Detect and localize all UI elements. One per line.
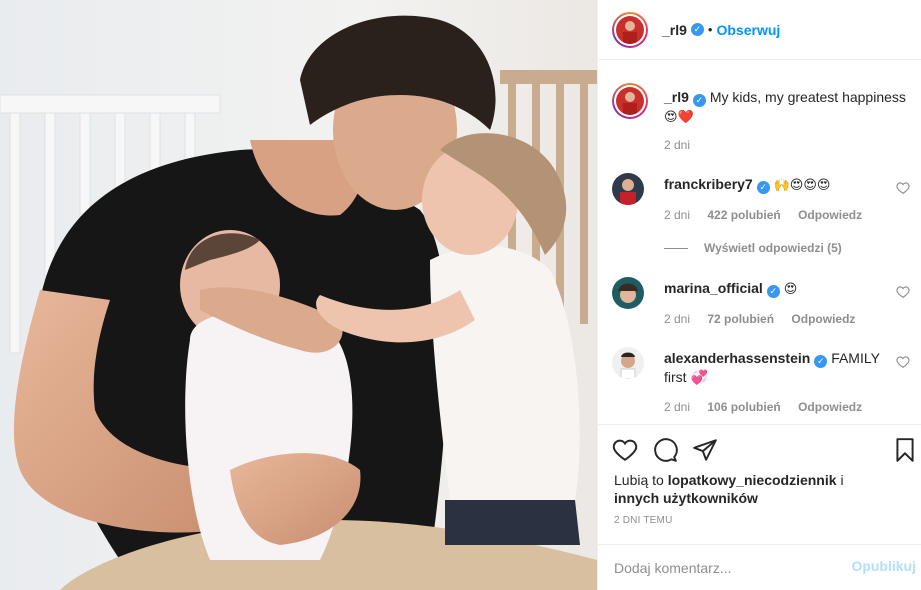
add-comment-input[interactable] [614, 558, 834, 578]
caption-text-block: _rl9 ✓ My kids, my greatest happiness 😍❤️ [664, 88, 914, 127]
comment-meta: 2 dni 106 polubień Odpowiedz [664, 400, 876, 414]
comment-text: 😍 [783, 282, 798, 297]
caption-emoji: 😍❤️ [664, 110, 694, 125]
verified-badge-icon: ✓ [756, 181, 770, 194]
commenter-avatar[interactable] [612, 277, 644, 309]
separator-dot: • [707, 22, 713, 37]
verified-badge-icon: ✓ [766, 285, 780, 298]
caption-time[interactable]: 2 dni [664, 138, 690, 152]
caption-avatar-image [616, 87, 644, 115]
comment-meta: 2 dni 422 polubień Odpowiedz [664, 208, 876, 222]
liked-by-others[interactable]: innych użytkowników [614, 490, 758, 506]
comment-likes[interactable]: 72 polubień [707, 312, 774, 326]
commenter-avatar[interactable] [612, 347, 644, 379]
comment-likes[interactable]: 106 polubień [707, 400, 780, 414]
comment-text-block: marina_official ✓ 😍 [664, 279, 884, 299]
liked-by-prefix: Lubią to [614, 472, 664, 488]
caption-username[interactable]: _rl9 [664, 89, 689, 105]
reply-button[interactable]: Odpowiedz [798, 208, 862, 222]
comment-likes[interactable]: 422 polubień [707, 208, 780, 222]
author-avatar[interactable] [612, 11, 648, 48]
add-comment-bar: Opublikuj [598, 544, 921, 590]
like-comment-heart-icon[interactable] [896, 285, 910, 299]
reply-button[interactable]: Odpowiedz [798, 400, 862, 414]
view-replies-label: Wyświetl odpowiedzi (5) [704, 241, 842, 255]
like-comment-heart-icon[interactable] [896, 181, 910, 195]
liked-by-middle: i [840, 472, 844, 488]
author-avatar-image [616, 15, 644, 44]
view-replies-button[interactable]: Wyświetl odpowiedzi (5) [664, 241, 842, 255]
commenter-username[interactable]: marina_official [664, 280, 763, 296]
caption-avatar[interactable] [612, 83, 648, 119]
post-actions: Lubią to lopatkowy_niecodziennik i innyc… [598, 424, 921, 544]
replies-divider [664, 247, 688, 249]
comment-meta: 2 dni 72 polubień Odpowiedz [664, 312, 869, 326]
comment-time[interactable]: 2 dni [664, 400, 690, 414]
liked-by-user[interactable]: lopatkowy_niecodziennik [668, 472, 837, 488]
author-username[interactable]: _rl9 [662, 22, 687, 38]
comment-text-block: alexanderhassenstein ✓ FAMILY first 💞 [664, 349, 884, 386]
commenter-username[interactable]: franckribery7 [664, 176, 753, 192]
commenter-avatar[interactable] [612, 173, 644, 205]
caption-text: My kids, my greatest happiness [709, 89, 906, 105]
like-comment-heart-icon[interactable] [896, 355, 910, 369]
share-paper-plane-icon[interactable] [692, 437, 718, 463]
liked-by-line: Lubią to lopatkowy_niecodziennik i innyc… [614, 471, 904, 507]
post-timestamp[interactable]: 2 DNI TEMU [614, 515, 673, 526]
verified-badge-icon: ✓ [692, 94, 706, 107]
comment-bubble-icon[interactable] [652, 437, 678, 463]
family-photo-illustration [0, 0, 597, 590]
reply-button[interactable]: Odpowiedz [791, 312, 855, 326]
comment-text: 🙌😍😍😍 [773, 178, 831, 193]
comment-text-block: franckribery7 ✓ 🙌😍😍😍 [664, 175, 884, 195]
comment-time[interactable]: 2 dni [664, 312, 690, 326]
like-heart-icon[interactable] [612, 437, 638, 463]
follow-button[interactable]: Obserwuj [716, 22, 780, 38]
verified-badge-icon: ✓ [814, 355, 828, 368]
save-bookmark-icon[interactable] [892, 437, 918, 463]
comments-list[interactable]: _rl9 ✓ My kids, my greatest happiness 😍❤️… [598, 61, 921, 424]
post-comment-button[interactable]: Opublikuj [851, 558, 916, 574]
commenter-username[interactable]: alexanderhassenstein [664, 350, 810, 366]
comment-time[interactable]: 2 dni [664, 208, 690, 222]
verified-badge-icon: ✓ [690, 23, 704, 36]
post-photo[interactable] [0, 0, 597, 590]
post-header: _rl9 ✓ • Obserwuj [598, 0, 921, 60]
post-side-panel: _rl9 ✓ • Obserwuj _rl9 ✓ My kids, my grea… [597, 0, 921, 590]
caption-meta: 2 dni [664, 138, 704, 152]
